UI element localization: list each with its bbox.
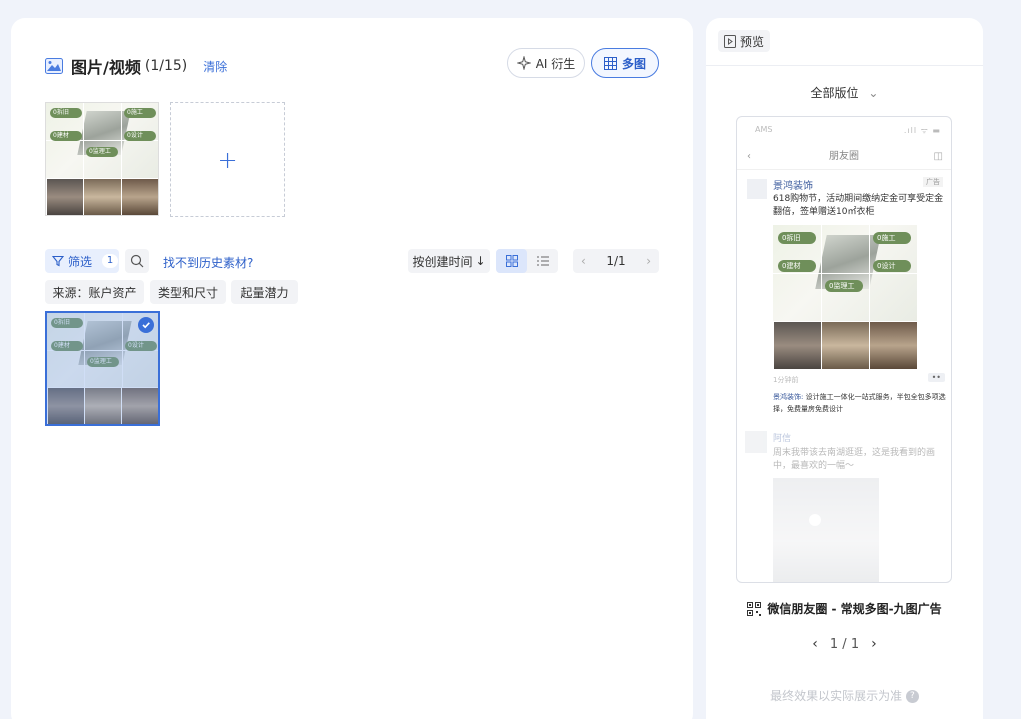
next-preview-button[interactable]: › bbox=[871, 636, 877, 652]
history-material-link[interactable]: 找不到历史素材? bbox=[163, 254, 253, 271]
room-photo bbox=[46, 177, 84, 215]
sort-arrow-icon: ↓ bbox=[475, 254, 486, 268]
add-media-button[interactable]: + bbox=[170, 102, 285, 217]
plus-icon: + bbox=[217, 145, 238, 174]
floorplan-image: 0拆旧 0施工 0建材 0设计 0监理工 bbox=[773, 225, 917, 321]
filter-chip-potential[interactable]: 起量潜力 bbox=[231, 280, 298, 304]
sort-dropdown[interactable]: 按创建时间 ↓ bbox=[408, 249, 490, 273]
media-pager: ‹ 1/1 › bbox=[573, 249, 659, 273]
preview-panel: 预览 全部版位 ⌄ AMS .ıll ᯤ ▬ ‹ 朋友圈 ◫ 景鸿装饰 广告 6… bbox=[706, 18, 983, 719]
filter-chip-source[interactable]: 来源：账户资产 bbox=[45, 280, 144, 304]
media-title: 图片/视频 bbox=[71, 58, 141, 77]
media-header: 图片/视频 (1/15) 清除 bbox=[45, 54, 227, 78]
plan-tag: 0拆旧 bbox=[50, 108, 82, 118]
floorplan-image: 0拆旧 0施工 0建材 0设计 0监理工 bbox=[46, 103, 158, 178]
status-carrier: AMS bbox=[755, 125, 773, 134]
brand-name: 景鸿装饰 bbox=[773, 181, 813, 192]
chevron-down-icon: ⌄ bbox=[868, 86, 879, 100]
help-icon[interactable]: ? bbox=[905, 690, 919, 703]
plan-tag: 0监理工 bbox=[86, 147, 118, 157]
moments-nav: ‹ 朋友圈 ◫ bbox=[737, 147, 951, 167]
plan-tag: 0建材 bbox=[50, 131, 82, 141]
nine-grid-images: 0拆旧 0施工 0建材 0设计 0监理工 bbox=[773, 225, 917, 369]
grid-icon bbox=[603, 56, 617, 70]
filter-count-badge: 1 bbox=[102, 254, 119, 268]
grid-view-button[interactable] bbox=[496, 249, 527, 273]
plan-tag: 0施工 bbox=[124, 108, 156, 118]
ad-copy: 618购物节，活动期间缴纳定金可享受定金翻倍，签单赠送10㎡衣柜 bbox=[773, 194, 944, 217]
friend-post-text: 周末我带该去南湖逛逛，这是我看到的画中，最喜欢的一幅～ bbox=[773, 448, 936, 471]
preview-tab-label: 预览 bbox=[740, 34, 765, 49]
divider bbox=[737, 169, 951, 170]
more-icon: •• bbox=[927, 373, 945, 382]
image-icon bbox=[45, 58, 63, 74]
page-indicator: 1/1 bbox=[606, 254, 626, 268]
plan-tag: 0设计 bbox=[873, 260, 911, 272]
sparkle-icon bbox=[516, 56, 531, 70]
media-count: (1/15) bbox=[144, 58, 188, 74]
phone-mockup: AMS .ıll ᯤ ▬ ‹ 朋友圈 ◫ 景鸿装饰 广告 618购物节，活动期间… bbox=[736, 116, 952, 583]
ad-comment: 景鸿装饰: 设计施工一体化一站式服务，半包全包多项选择，免费量房免费设计 bbox=[773, 391, 949, 415]
divider bbox=[706, 65, 983, 66]
filter-label: 筛选 bbox=[68, 254, 93, 269]
list-view-button[interactable] bbox=[527, 249, 558, 273]
camera-icon: ◫ bbox=[933, 151, 943, 162]
friend-avatar bbox=[745, 431, 767, 453]
room-photo bbox=[773, 321, 821, 369]
placement-select-label: 全部版位 bbox=[810, 86, 859, 100]
post-time: 1分钟前 bbox=[773, 376, 799, 384]
clear-link[interactable]: 清除 bbox=[203, 58, 227, 75]
ad-badge: 广告 bbox=[923, 177, 943, 187]
plan-tag: 0建材 bbox=[778, 260, 816, 272]
disclaimer-text: 最终效果以实际展示为准 bbox=[770, 689, 903, 703]
search-button[interactable] bbox=[125, 249, 149, 273]
sort-label: 按创建时间 bbox=[412, 254, 473, 269]
plan-tag: 0施工 bbox=[873, 232, 911, 244]
view-toggle bbox=[496, 249, 558, 273]
preview-pager: ‹ 1 / 1 › bbox=[706, 636, 983, 652]
ai-derive-button[interactable]: AI 衍生 bbox=[507, 48, 585, 78]
brand-avatar bbox=[747, 179, 767, 199]
moments-title: 朋友圈 bbox=[829, 151, 859, 162]
filter-chip-type[interactable]: 类型和尺寸 bbox=[150, 280, 226, 304]
friend-name: 阿信 bbox=[773, 434, 792, 444]
multi-image-button[interactable]: 多图 bbox=[591, 48, 659, 78]
qr-code-icon bbox=[747, 601, 762, 616]
library-media-item[interactable]: 0拆旧 0建材 0设计 0监理工 bbox=[45, 311, 160, 426]
status-icons: .ıll ᯤ ▬ bbox=[903, 126, 941, 135]
room-photo bbox=[120, 177, 158, 215]
preview-disclaimer: 最终效果以实际展示为准 ? bbox=[706, 687, 983, 704]
prev-page-button[interactable]: ‹ bbox=[581, 254, 586, 268]
room-photo bbox=[821, 321, 869, 369]
ad-format-title: 微信朋友圈 - 常规多图-九图广告 bbox=[706, 600, 983, 617]
room-photo bbox=[83, 177, 121, 215]
selected-media-thumbnail[interactable]: 0拆旧 0施工 0建材 0设计 0监理工 bbox=[45, 102, 159, 216]
plan-tag: 0监理工 bbox=[825, 280, 863, 292]
ai-derive-label: AI 衍生 bbox=[535, 56, 576, 71]
list-view-icon bbox=[536, 256, 549, 266]
back-icon: ‹ bbox=[747, 151, 751, 162]
play-doc-icon bbox=[724, 34, 736, 48]
filter-button[interactable]: 筛选 1 bbox=[45, 249, 119, 273]
preview-tab[interactable]: 预览 bbox=[718, 30, 771, 52]
search-icon bbox=[130, 254, 144, 268]
plan-tag: 0拆旧 bbox=[778, 232, 816, 244]
comment-author: 景鸿装饰: bbox=[773, 393, 804, 401]
friend-photo bbox=[773, 478, 879, 582]
prev-preview-button[interactable]: ‹ bbox=[812, 636, 818, 652]
room-photo bbox=[869, 321, 917, 369]
media-panel: 图片/视频 (1/15) 清除 AI 衍生 多图 0拆旧 0施工 0建材 0设计… bbox=[11, 18, 693, 719]
check-icon[interactable] bbox=[138, 317, 154, 333]
placement-select[interactable]: 全部版位 ⌄ bbox=[706, 84, 983, 101]
next-page-button[interactable]: › bbox=[646, 254, 651, 268]
plan-tag: 0设计 bbox=[124, 131, 156, 141]
ad-format-label: 微信朋友圈 - 常规多图-九图广告 bbox=[767, 602, 942, 616]
preview-page-indicator: 1 / 1 bbox=[829, 636, 860, 652]
multi-image-label: 多图 bbox=[621, 56, 646, 71]
grid-view-icon bbox=[505, 255, 518, 267]
funnel-icon bbox=[52, 255, 64, 267]
